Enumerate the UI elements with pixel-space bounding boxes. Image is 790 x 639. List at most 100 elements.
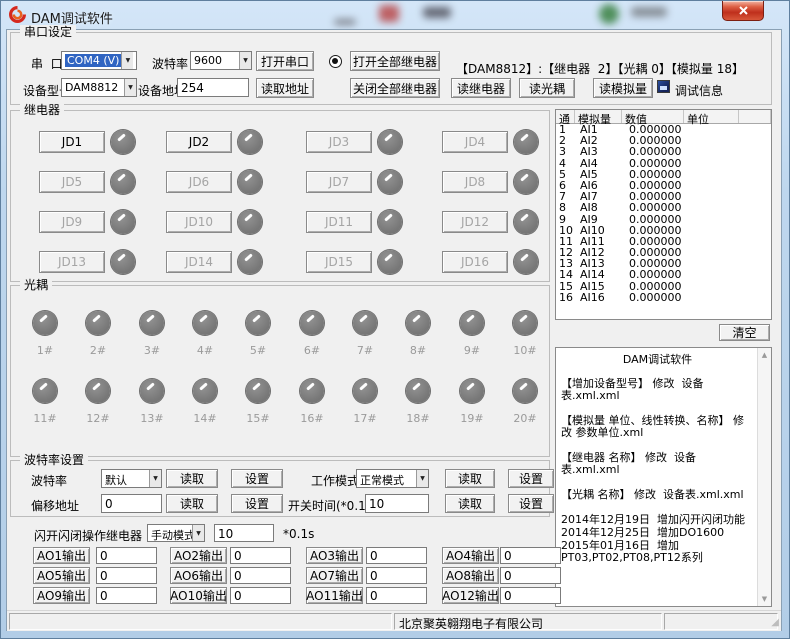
relay-button-jd14[interactable]: JD14 [166, 251, 232, 273]
ao-output-input-4[interactable]: 0 [500, 547, 561, 564]
offset-input[interactable]: 0 [101, 494, 162, 513]
relay-button-jd3[interactable]: JD3 [306, 131, 372, 153]
port-dropdown-icon[interactable]: ▼ [121, 52, 133, 69]
work-mode-combobox[interactable]: 正常模式 ▼ [356, 469, 429, 488]
opto-label: 17# [345, 412, 385, 425]
resize-grip[interactable]: ◢ [771, 617, 779, 628]
clear-button[interactable]: 清空 [719, 324, 770, 341]
ao-output-input-10[interactable]: 0 [230, 587, 291, 604]
opto-label: 20# [505, 412, 545, 425]
port-combobox[interactable]: COM4 (V) ▼ [61, 51, 137, 70]
relay-button-jd10[interactable]: JD10 [166, 211, 232, 233]
relay-button-jd9[interactable]: JD9 [39, 211, 105, 233]
relay-button-jd11[interactable]: JD11 [306, 211, 372, 233]
relay-indicator-jd4 [514, 130, 538, 154]
relay-button-jd16[interactable]: JD16 [442, 251, 508, 273]
close-button[interactable] [722, 1, 764, 21]
relay-button-jd5[interactable]: JD5 [39, 171, 105, 193]
baud-set-combobox[interactable]: 默认 ▼ [101, 469, 162, 488]
status-pane-company: 北京聚英翱翔电子有限公司 [394, 613, 662, 630]
app-window: DAM调试软件 串口设定 串 口 COM4 (V) ▼ 波特率 9600 ▼ 打… [0, 0, 790, 639]
ao-output-input-5[interactable]: 0 [96, 567, 157, 584]
info-scrollbar[interactable]: ▲ ▼ [757, 348, 771, 606]
open-port-button[interactable]: 打开串口 [256, 51, 314, 71]
work-mode-set-button[interactable]: 设置 [508, 469, 554, 488]
switch-time-input[interactable]: 10 [365, 494, 429, 513]
flash-time-input[interactable]: 10 [214, 524, 274, 542]
ao-output-input-12[interactable]: 0 [500, 587, 561, 604]
flash-mode-combobox[interactable]: 手动模式 ▼ [147, 524, 205, 542]
ao-output-button-12[interactable]: AO12输出 [442, 587, 499, 604]
offset-set-button[interactable]: 设置 [231, 494, 283, 513]
info-line [561, 403, 754, 414]
ao-output-button-8[interactable]: AO8输出 [442, 567, 499, 584]
scroll-up-icon[interactable]: ▲ [758, 349, 771, 361]
ao-output-button-2[interactable]: AO2输出 [170, 547, 227, 564]
table-row: 9AI90.000000 [556, 214, 771, 225]
table-header-cell: 数值 [622, 110, 684, 123]
switch-time-set-button[interactable]: 设置 [508, 494, 554, 513]
read-analog-button[interactable]: 读模拟量 [593, 78, 653, 98]
ao-output-input-6[interactable]: 0 [230, 567, 291, 584]
flash-mode-value: 手动模式 [148, 525, 192, 541]
baud-set-label: 波特率 [31, 472, 67, 489]
relay-button-jd2[interactable]: JD2 [166, 131, 232, 153]
ao-output-input-1[interactable]: 0 [96, 547, 157, 564]
relay-button-jd7[interactable]: JD7 [306, 171, 372, 193]
baud-read-button[interactable]: 读取 [166, 469, 218, 488]
ao-output-button-5[interactable]: AO5输出 [33, 567, 90, 584]
baud-set-dropdown-icon[interactable]: ▼ [149, 470, 161, 487]
relay-button-jd15[interactable]: JD15 [306, 251, 372, 273]
switch-time-read-button[interactable]: 读取 [445, 494, 495, 513]
relay-button-jd8[interactable]: JD8 [442, 171, 508, 193]
offset-read-button[interactable]: 读取 [166, 494, 218, 513]
info-lines: 【增加设备型号】 修改 设备表.xml.xml【模拟量 单位、线性转换、名称】 … [561, 378, 754, 564]
table-header-cell: 模拟量 [575, 110, 622, 123]
flash-mode-dropdown-icon[interactable]: ▼ [192, 525, 204, 541]
model-combobox[interactable]: DAM8812 ▼ [61, 78, 137, 97]
ao-output-button-11[interactable]: AO11输出 [306, 587, 363, 604]
ao-output-input-2[interactable]: 0 [230, 547, 291, 564]
work-mode-dropdown-icon[interactable]: ▼ [416, 470, 428, 487]
table-header-cell [739, 110, 771, 123]
ao-output-button-9[interactable]: AO9输出 [33, 587, 90, 604]
ao-output-input-11[interactable]: 0 [366, 587, 427, 604]
open-all-relays-button[interactable]: 打开全部继电器 [350, 51, 440, 71]
relay-button-jd12[interactable]: JD12 [442, 211, 508, 233]
relay-button-jd1[interactable]: JD1 [39, 131, 105, 153]
info-panel: DAM调试软件 【增加设备型号】 修改 设备表.xml.xml【模拟量 单位、线… [555, 347, 772, 607]
relay-button-jd13[interactable]: JD13 [39, 251, 105, 273]
close-all-relays-button[interactable]: 关闭全部继电器 [350, 78, 440, 98]
opto-label: 16# [292, 412, 332, 425]
ao-output-input-8[interactable]: 0 [500, 567, 561, 584]
opto-label: 3# [132, 344, 172, 357]
read-addr-button[interactable]: 读取地址 [256, 78, 314, 98]
ao-output-input-7[interactable]: 0 [366, 567, 427, 584]
relay-button-jd4[interactable]: JD4 [442, 131, 508, 153]
baud-set-button[interactable]: 设置 [231, 469, 283, 488]
debug-info-icon [657, 80, 670, 93]
ao-output-input-3[interactable]: 0 [366, 547, 427, 564]
work-mode-read-button[interactable]: 读取 [445, 469, 495, 488]
ao-output-button-7[interactable]: AO7输出 [306, 567, 363, 584]
relay-button-jd6[interactable]: JD6 [166, 171, 232, 193]
scroll-down-icon[interactable]: ▼ [758, 593, 771, 605]
opto-indicator-9 [460, 311, 484, 335]
debug-info-label: 调试信息 [675, 82, 723, 99]
ao-output-input-9[interactable]: 0 [96, 587, 157, 604]
baud-dropdown-icon[interactable]: ▼ [239, 52, 251, 69]
ao-output-button-6[interactable]: AO6输出 [170, 567, 227, 584]
ao-output-button-1[interactable]: AO1输出 [33, 547, 90, 564]
baud-combobox[interactable]: 9600 ▼ [190, 51, 252, 70]
ao-output-button-3[interactable]: AO3输出 [306, 547, 363, 564]
glass-artifact [379, 5, 399, 22]
relay-indicator-jd11 [378, 210, 402, 234]
read-relay-button[interactable]: 读继电器 [451, 78, 511, 98]
device-addr-input[interactable]: 254 [177, 78, 249, 97]
ao-output-button-10[interactable]: AO10输出 [170, 587, 227, 604]
read-opto-button[interactable]: 读光耦 [519, 78, 575, 98]
relay-indicator-jd16 [514, 250, 538, 274]
model-dropdown-icon[interactable]: ▼ [124, 79, 136, 96]
ao-output-button-4[interactable]: AO4输出 [442, 547, 499, 564]
opto-label: 1# [25, 344, 65, 357]
